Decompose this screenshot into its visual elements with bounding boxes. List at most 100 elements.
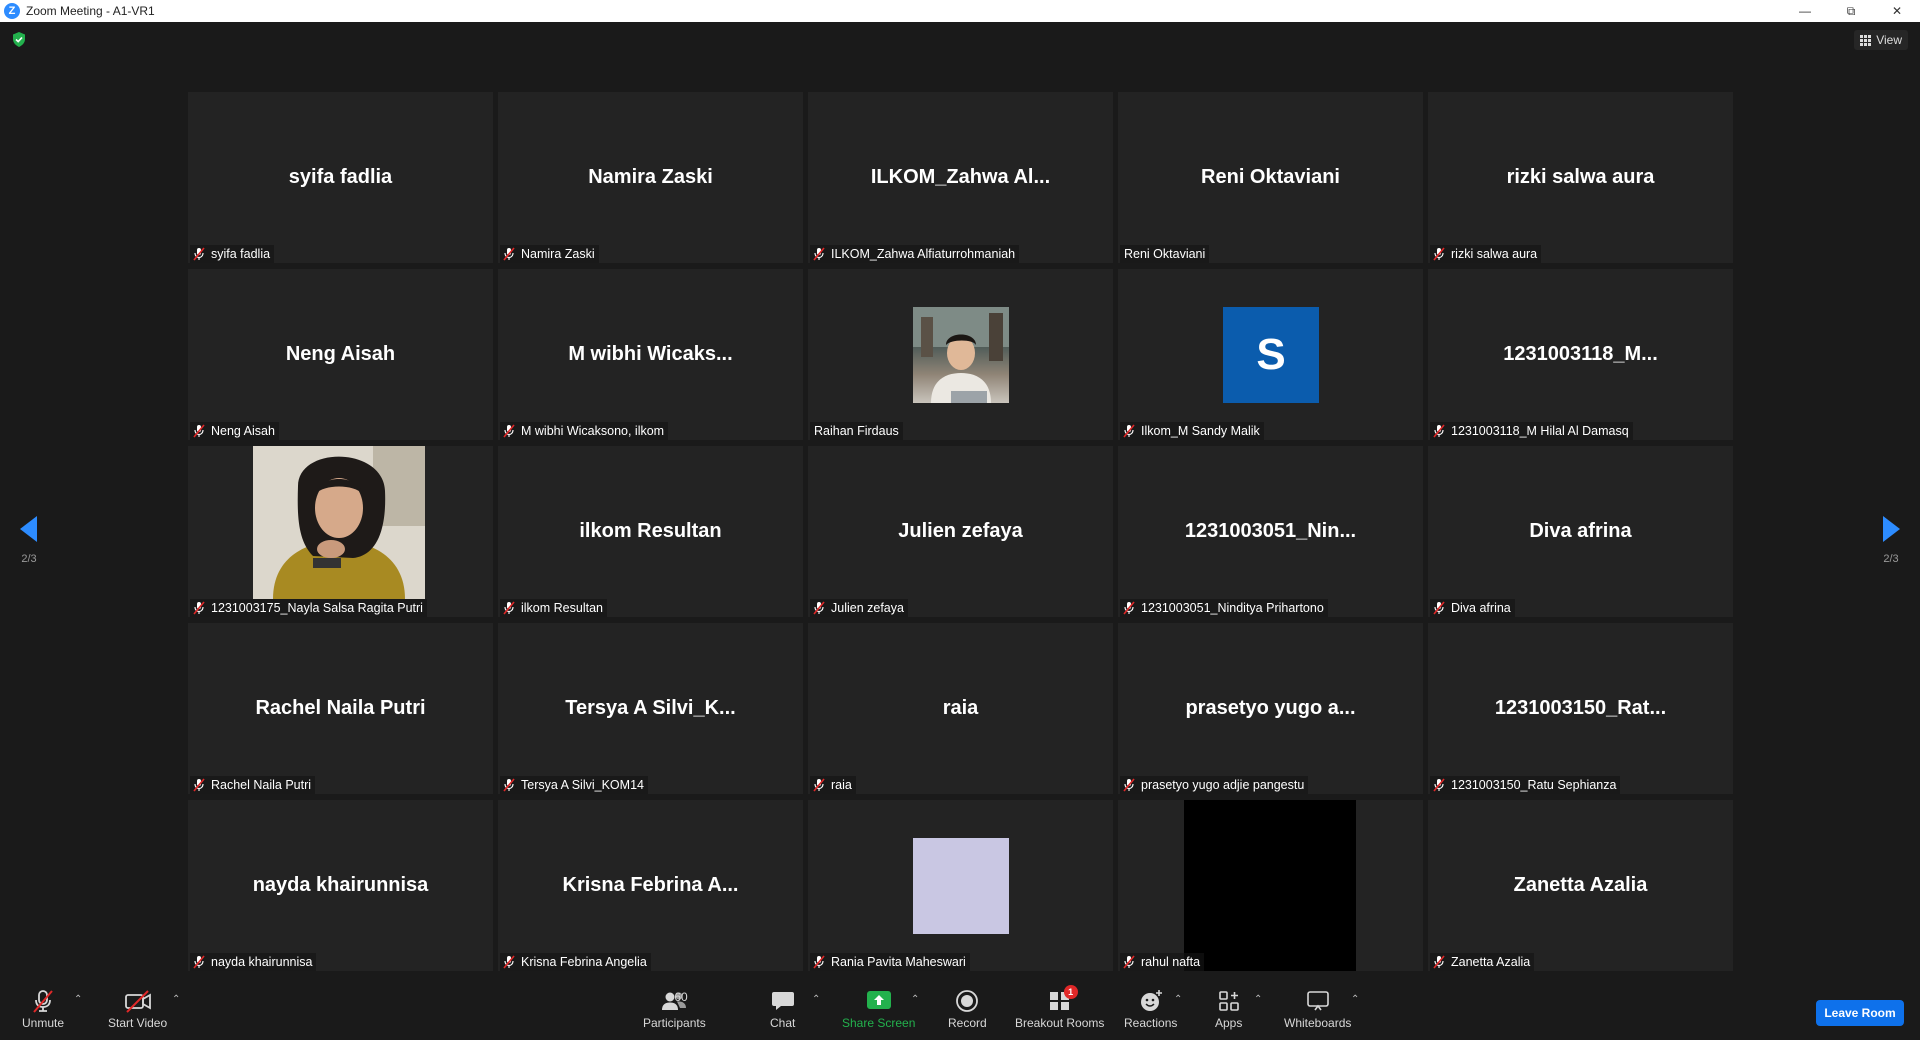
participant-name-label: Reni Oktaviani [1120, 245, 1210, 263]
participant-display-name: 1231003150_Rat... [1494, 697, 1667, 719]
chat-options-caret-icon[interactable]: ⌃ [812, 994, 820, 1005]
muted-mic-icon [193, 247, 205, 261]
window-title: Zoom Meeting - A1-VR1 [26, 4, 155, 18]
muted-mic-icon [30, 988, 56, 1014]
leave-room-button[interactable]: Leave Room [1816, 1000, 1904, 1026]
video-off-icon [123, 988, 153, 1014]
breakout-rooms-button[interactable]: 1 Breakout Rooms [1015, 985, 1104, 1030]
participant-display-name: raia [942, 697, 979, 719]
unmute-button[interactable]: Unmute [22, 988, 64, 1030]
participant-tile[interactable]: Rachel Naila Putri Rachel Naila Putri [188, 623, 493, 794]
chat-button[interactable]: Chat [770, 988, 795, 1030]
muted-mic-icon [1433, 601, 1445, 615]
participant-tile[interactable]: 1231003051_Nin... 1231003051_Ninditya Pri… [1118, 446, 1423, 617]
apps-icon [1218, 988, 1240, 1014]
muted-mic-icon [1123, 424, 1135, 438]
participant-display-name: 1231003051_Nin... [1184, 520, 1357, 542]
muted-mic-icon [503, 955, 515, 969]
participant-display-name: Diva afrina [1529, 520, 1632, 542]
participant-name-label: Ilkom_M Sandy Malik [1120, 422, 1264, 440]
page-indicator-left: 2/3 [21, 553, 37, 565]
participant-tile[interactable]: Zanetta Azalia Zanetta Azalia [1428, 800, 1733, 971]
start-video-button[interactable]: Start Video [108, 988, 167, 1030]
page-indicator-right: 2/3 [1883, 553, 1899, 565]
participant-name: 1231003175_Nayla Salsa Ragita Putri [211, 601, 423, 615]
participant-name: Rachel Naila Putri [211, 778, 312, 792]
participant-name-label: Diva afrina [1430, 599, 1515, 617]
participant-tile[interactable]: raia raia [808, 623, 1113, 794]
participant-name: Ilkom_M Sandy Malik [1141, 424, 1260, 438]
participant-name: 1231003051_Ninditya Prihartono [1141, 601, 1324, 615]
participant-tile[interactable]: ILKOM_Zahwa Al... ILKOM_Zahwa Alfiaturroh… [808, 92, 1113, 263]
participant-tile[interactable]: S Ilkom_M Sandy Malik [1118, 269, 1423, 440]
apps-options-caret-icon[interactable]: ⌃ [1254, 994, 1262, 1005]
reactions-button[interactable]: Reactions [1124, 988, 1177, 1030]
participant-tile[interactable]: prasetyo yugo a... prasetyo yugo adjie pa… [1118, 623, 1423, 794]
participant-tile[interactable]: M wibhi Wicaks... M wibhi Wicaksono, ilko… [498, 269, 803, 440]
participant-display-name: Krisna Febrina A... [562, 874, 739, 896]
participant-tile[interactable]: Raihan Firdaus [808, 269, 1113, 440]
participant-tile[interactable]: rizki salwa aura rizki salwa aura [1428, 92, 1733, 263]
muted-mic-icon [193, 424, 205, 438]
participant-tile[interactable]: 1231003118_M... 1231003118_M Hilal Al Dam… [1428, 269, 1733, 440]
video-options-caret-icon[interactable]: ⌃ [172, 994, 180, 1005]
close-button[interactable]: ✕ [1874, 0, 1920, 22]
participant-video [913, 838, 1009, 934]
record-icon [955, 988, 979, 1014]
minimize-button[interactable]: — [1782, 0, 1828, 22]
participant-tile[interactable]: Namira Zaski Namira Zaski [498, 92, 803, 263]
participant-tile[interactable]: Reni Oktaviani Reni Oktaviani [1118, 92, 1423, 263]
whiteboards-options-caret-icon[interactable]: ⌃ [1351, 994, 1359, 1005]
participant-name: Julien zefaya [831, 601, 904, 615]
participant-display-name: ILKOM_Zahwa Al... [870, 166, 1051, 188]
reactions-options-caret-icon[interactable]: ⌃ [1174, 994, 1182, 1005]
next-page-button[interactable]: 2/3 [1871, 516, 1911, 565]
muted-mic-icon [193, 955, 205, 969]
participant-display-name: 1231003118_M... [1503, 343, 1658, 365]
participant-video [913, 307, 1009, 403]
participant-name-label: rahul nafta [1120, 953, 1205, 971]
participant-tile[interactable]: ilkom Resultan ilkom Resultan [498, 446, 803, 617]
reactions-icon [1139, 988, 1163, 1014]
participant-avatar: S [1223, 307, 1319, 403]
participant-tile[interactable]: 1231003150_Rat... 1231003150_Ratu Sephian… [1428, 623, 1733, 794]
participant-tile[interactable]: 1231003175_Nayla Salsa Ragita Putri [188, 446, 493, 617]
record-button[interactable]: Record [948, 988, 987, 1030]
muted-mic-icon [193, 601, 205, 615]
restore-button[interactable]: ⧉ [1828, 0, 1874, 22]
muted-mic-icon [1123, 601, 1135, 615]
participant-tile[interactable]: Krisna Febrina A... Krisna Febrina Angeli… [498, 800, 803, 971]
participant-tile[interactable]: rahul nafta [1118, 800, 1423, 971]
participant-display-name: rizki salwa aura [1506, 166, 1655, 188]
participant-name: 1231003150_Ratu Sephianza [1451, 778, 1617, 792]
participant-name: rahul nafta [1141, 955, 1201, 969]
participant-name: syifa fadlia [211, 247, 271, 261]
title-bar: Z Zoom Meeting - A1-VR1 — ⧉ ✕ [0, 0, 1920, 22]
share-screen-button[interactable]: Share Screen [842, 988, 915, 1030]
participant-name-label: 1231003051_Ninditya Prihartono [1120, 599, 1328, 617]
participant-tile[interactable]: syifa fadlia syifa fadlia [188, 92, 493, 263]
participant-name: M wibhi Wicaksono, ilkom [521, 424, 665, 438]
participant-name: raia [831, 778, 852, 792]
apps-button[interactable]: Apps [1215, 988, 1242, 1030]
participant-tile[interactable]: Neng Aisah Neng Aisah [188, 269, 493, 440]
participant-tile[interactable]: Rania Pavita Maheswari [808, 800, 1113, 971]
whiteboards-button[interactable]: Whiteboards [1284, 988, 1351, 1030]
participant-tile[interactable]: Tersya A Silvi_K... Tersya A Silvi_KOM14 [498, 623, 803, 794]
view-button[interactable]: View [1854, 30, 1908, 50]
participant-name: ilkom Resultan [521, 601, 603, 615]
participant-tile[interactable]: Julien zefaya Julien zefaya [808, 446, 1113, 617]
participant-tile[interactable]: Diva afrina Diva afrina [1428, 446, 1733, 617]
participant-tile[interactable]: nayda khairunnisa nayda khairunnisa [188, 800, 493, 971]
participants-count: 60 [674, 990, 688, 1004]
muted-mic-icon [1433, 247, 1445, 261]
participants-button[interactable]: 60 Participants [643, 988, 706, 1030]
zoom-logo-icon: Z [4, 3, 20, 19]
whiteboard-icon [1306, 988, 1330, 1014]
breakout-rooms-icon: 1 [1048, 985, 1078, 1014]
security-shield-icon[interactable] [12, 32, 26, 52]
share-options-caret-icon[interactable]: ⌃ [911, 994, 919, 1005]
audio-options-caret-icon[interactable]: ⌃ [74, 994, 82, 1005]
previous-page-button[interactable]: 2/3 [9, 516, 49, 565]
muted-mic-icon [503, 424, 515, 438]
